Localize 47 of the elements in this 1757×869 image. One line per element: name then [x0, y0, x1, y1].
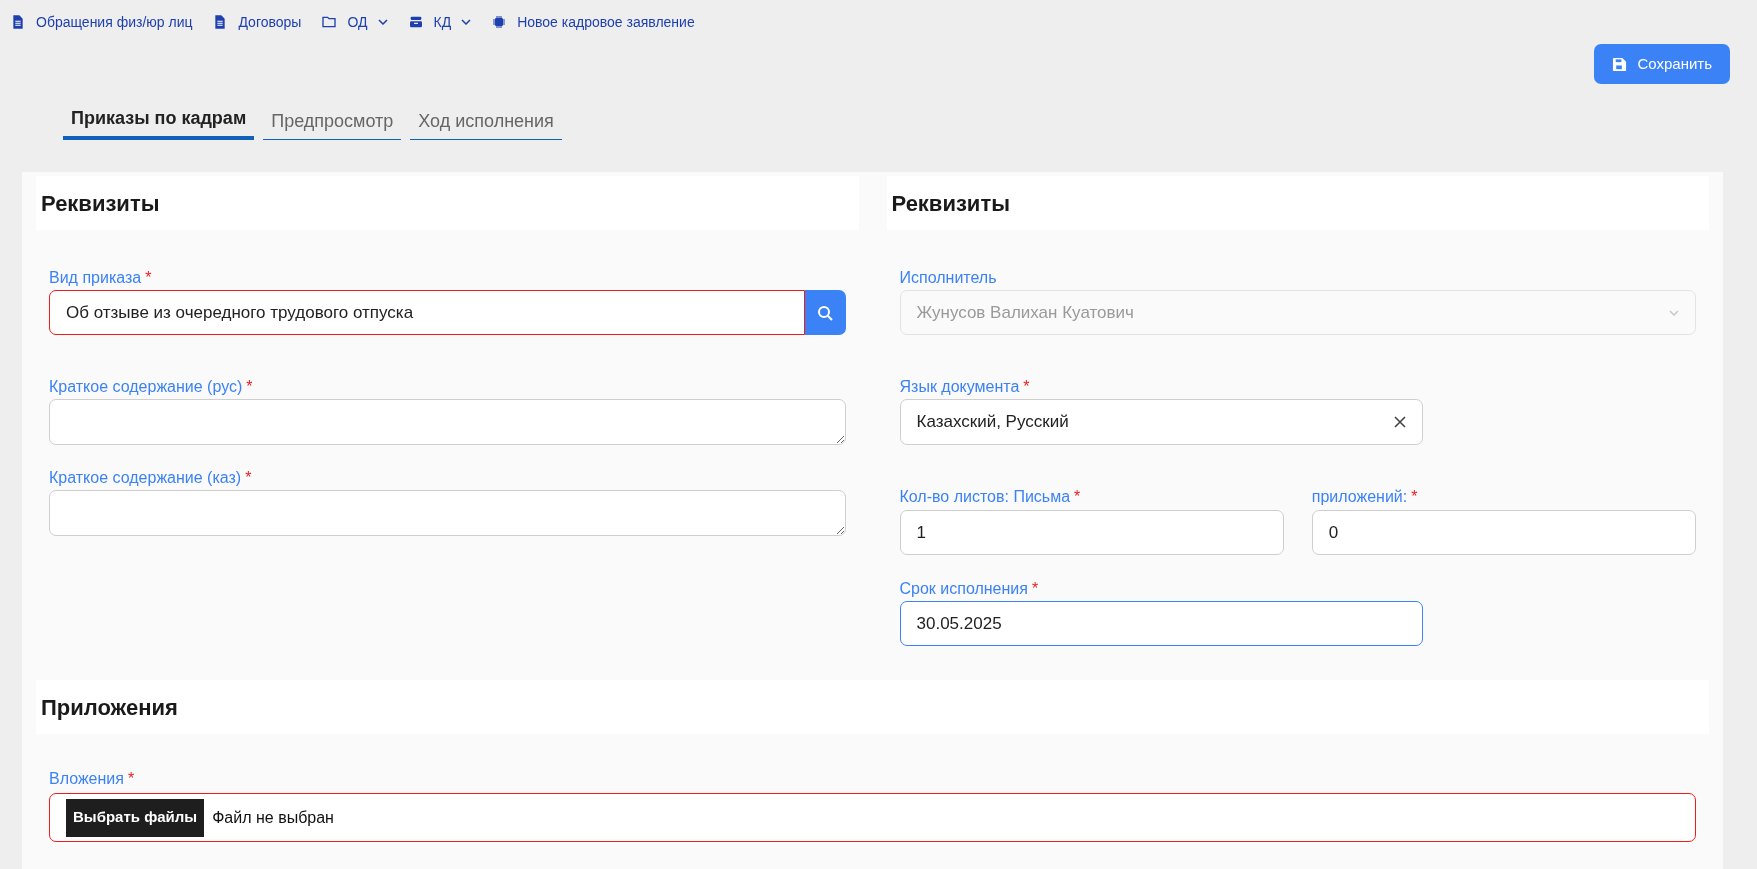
field-label: Вид приказа	[49, 268, 142, 288]
required-mark: *	[1411, 487, 1418, 507]
required-mark: *	[127, 769, 135, 789]
field-label: Краткое содержание (рус)	[49, 377, 243, 397]
number-field[interactable]: 1	[899, 510, 1284, 555]
file-field[interactable]: Выбрать файлы Файл не выбран	[49, 793, 1696, 842]
document-icon	[10, 14, 26, 30]
nav-link[interactable]: КД	[407, 11, 472, 33]
tab[interactable]: Приказы по кадрам	[63, 100, 255, 140]
required-mark: *	[246, 377, 253, 397]
number-field[interactable]: 0	[1311, 510, 1696, 555]
text-area[interactable]	[49, 490, 846, 536]
required-mark: *	[245, 468, 252, 488]
field-label: Вложения	[49, 769, 124, 789]
close-icon	[1393, 416, 1406, 428]
nav-link[interactable]: Договоры	[212, 11, 302, 33]
field-label: Срок исполнения	[899, 579, 1028, 599]
lookup-field[interactable]: Об отзыве из очередного трудового отпуска	[49, 290, 805, 335]
nav-link[interactable]: Обращения физ/юр лиц	[10, 11, 193, 33]
required-mark: *	[145, 268, 152, 288]
tray-icon	[407, 14, 424, 30]
chevron-down-icon	[1669, 309, 1679, 316]
choose-files-button[interactable]: Выбрать файлы	[66, 798, 205, 837]
folder-icon	[321, 14, 338, 30]
tab[interactable]: Предпросмотр	[263, 100, 402, 140]
field-label: Исполнитель	[899, 268, 997, 288]
date-field[interactable]: 30.05.2025	[899, 601, 1423, 646]
tab[interactable]: Ход исполнения	[410, 100, 562, 140]
search-icon	[817, 304, 833, 321]
save-button[interactable]: Сохранить	[1594, 44, 1730, 84]
section-title: Реквизиты	[36, 176, 859, 230]
required-mark: *	[1031, 579, 1039, 599]
field-label: приложений:	[1311, 487, 1408, 507]
nav-link[interactable]: ОД	[321, 11, 388, 33]
multi-select-field[interactable]: Казахский, Русский	[899, 399, 1423, 445]
search-button[interactable]	[804, 290, 846, 335]
field-label: Кол-во листов: Письма	[899, 487, 1071, 507]
section-title: Приложения	[36, 680, 1709, 734]
chip-icon	[491, 14, 508, 30]
text-area[interactable]	[49, 399, 846, 445]
required-mark: *	[1023, 377, 1030, 397]
section-title: Реквизиты	[886, 176, 1709, 230]
field-label: Краткое содержание (каз)	[49, 468, 242, 488]
nav-link[interactable]: Новое кадровое заявление	[491, 11, 695, 33]
file-status: Файл не выбран	[212, 807, 334, 828]
required-mark: *	[1074, 487, 1081, 507]
field-label: Язык документа	[899, 377, 1020, 397]
